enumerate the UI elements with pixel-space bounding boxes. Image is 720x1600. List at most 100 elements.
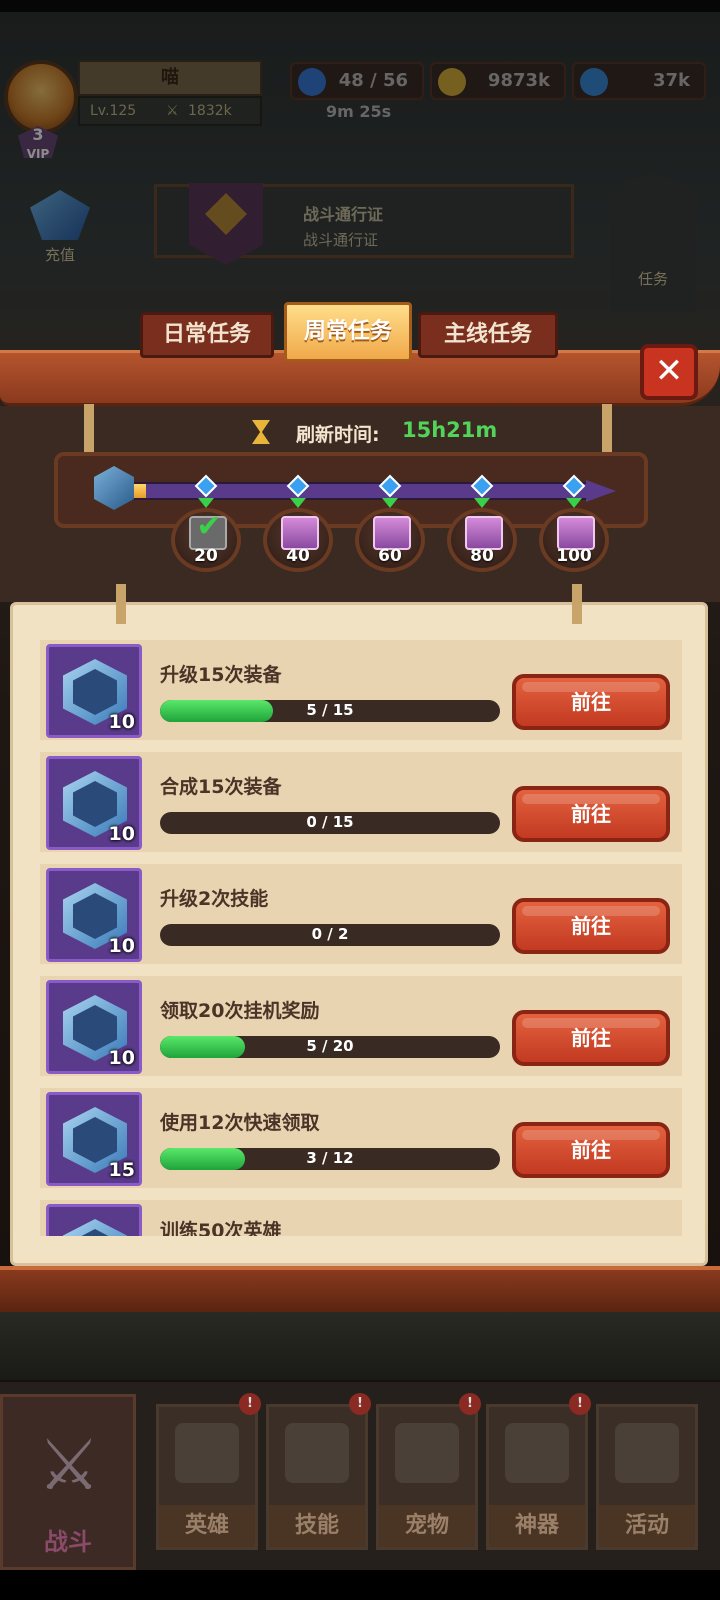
- task-progress-text: 3 / 12: [306, 1149, 354, 1167]
- milestone-value: 80: [470, 546, 494, 566]
- task-row: 训练50次英雄: [40, 1200, 682, 1236]
- activity-points-icon: [46, 1204, 142, 1236]
- go-button[interactable]: 前往: [512, 898, 670, 954]
- refresh-label: 刷新时间:: [296, 424, 380, 446]
- nav-events[interactable]: 活动: [596, 1404, 698, 1550]
- go-button[interactable]: 前往: [512, 1122, 670, 1178]
- star-icon: [298, 68, 326, 96]
- milestone-arrow-icon: [290, 498, 306, 508]
- task-progress-bar: 0 / 15: [160, 812, 500, 834]
- vip-label: VIP: [26, 147, 50, 161]
- go-button[interactable]: 前往: [512, 786, 670, 842]
- refresh-value: 15h21m: [402, 418, 498, 442]
- milestone-value: 100: [556, 546, 592, 566]
- milestone-reward-chest[interactable]: 60: [355, 508, 425, 572]
- activity-points-icon: 10: [46, 756, 142, 850]
- energy-value: 48 / 56: [338, 70, 408, 91]
- nav-battle[interactable]: ⚔ 战斗: [0, 1394, 136, 1570]
- task-tabs: 日常任务 周常任务 主线任务: [140, 302, 580, 362]
- task-row: 10 合成15次装备 0 / 15 前往: [40, 752, 682, 852]
- refresh-timer: 刷新时间: 15h21m: [252, 418, 512, 446]
- level-power-bar: Lv.125 ⚔ 1832k: [78, 96, 262, 126]
- nav-pets-label: 宠物: [379, 1505, 475, 1547]
- milestone-value: 20: [194, 546, 218, 566]
- gem-icon: [580, 68, 608, 96]
- task-title: 领取20次挂机奖励: [160, 1000, 320, 1022]
- notification-badge: !: [569, 1393, 591, 1415]
- nav-events-label: 活动: [599, 1505, 695, 1547]
- rope-right: [602, 404, 612, 454]
- nav-artifacts[interactable]: 神器 !: [486, 1393, 591, 1550]
- reward-points: 10: [108, 823, 135, 845]
- battle-pass-title: 战斗通行证: [303, 205, 384, 224]
- go-button[interactable]: 前往: [512, 1010, 670, 1066]
- nav-skills[interactable]: 技能 !: [266, 1393, 371, 1550]
- tab-weekly[interactable]: 周常任务: [284, 302, 412, 362]
- energy-timer: 9m 25s: [326, 102, 392, 121]
- crossed-swords-icon: ⚔: [37, 1424, 101, 1506]
- energy-counter[interactable]: 48 / 56: [290, 62, 424, 100]
- tab-daily[interactable]: 日常任务: [140, 312, 274, 358]
- hex-emblem-icon: [63, 1219, 127, 1236]
- battle-scene: [0, 1312, 720, 1380]
- battle-pass-banner[interactable]: 战斗通行证 战斗通行证: [154, 183, 574, 265]
- winged-pet-icon: [395, 1423, 459, 1483]
- task-list[interactable]: 10 升级15次装备 5 / 15 前往 10 合成15次装备 0 / 15 前往 10 升级2次…: [40, 640, 682, 1236]
- spellbook-icon: [285, 1423, 349, 1483]
- notification-badge: !: [459, 1393, 481, 1415]
- quest-side-label: 任务: [637, 270, 668, 288]
- milestone-reward-chest[interactable]: 80: [447, 508, 517, 572]
- close-button[interactable]: ✕: [640, 344, 698, 400]
- activity-points-icon: 15: [46, 1092, 142, 1186]
- task-title: 合成15次装备: [160, 776, 282, 798]
- activity-points-icon: 10: [46, 868, 142, 962]
- nav-heroes[interactable]: 英雄 !: [156, 1393, 261, 1550]
- reward-points: 10: [108, 1047, 135, 1069]
- task-title: 升级15次装备: [160, 664, 282, 686]
- recharge-gem-icon: [30, 190, 90, 240]
- milestone-reward-chest[interactable]: 100: [539, 508, 609, 572]
- player-name: 喵: [78, 60, 262, 96]
- rope-left: [84, 404, 94, 454]
- activity-points-icon: 10: [46, 980, 142, 1074]
- horn-icon: [615, 1423, 679, 1483]
- player-level: Lv.125: [90, 103, 137, 119]
- milestone-reward-chest[interactable]: 40: [263, 508, 333, 572]
- milestone-value: 60: [378, 546, 402, 566]
- task-row: 10 升级15次装备 5 / 15 前往: [40, 640, 682, 740]
- player-power: 1832k: [188, 103, 232, 119]
- artifact-icon: [505, 1423, 569, 1483]
- task-progress-text: 5 / 15: [306, 701, 354, 719]
- gem-counter[interactable]: 37k: [572, 62, 706, 100]
- footer-wood-bar: [0, 1266, 720, 1312]
- milestone-arrow-icon: [382, 498, 398, 508]
- go-button[interactable]: 前往: [512, 674, 670, 730]
- helmet-icon: [175, 1423, 239, 1483]
- nav-pets[interactable]: 宠物 !: [376, 1393, 481, 1550]
- task-progress-bar: 3 / 12: [160, 1148, 500, 1170]
- task-title: 升级2次技能: [160, 888, 269, 910]
- activity-points-icon: [94, 466, 134, 510]
- nav-heroes-label: 英雄: [159, 1505, 255, 1547]
- reward-points: 10: [108, 935, 135, 957]
- task-title: 使用12次快速领取: [160, 1112, 320, 1134]
- activity-points-icon: 10: [46, 644, 142, 738]
- milestone-arrow-icon: [474, 498, 490, 508]
- nav-battle-label: 战斗: [44, 1528, 92, 1556]
- task-progress-bar: 5 / 20: [160, 1036, 500, 1058]
- nav-skills-label: 技能: [269, 1505, 365, 1547]
- gift-box-icon: [373, 516, 411, 550]
- gift-box-icon: [465, 516, 503, 550]
- gold-value: 9873k: [487, 70, 550, 91]
- milestone-reward-chest[interactable]: ✔ 20: [171, 508, 241, 572]
- recharge-button[interactable]: 充值: [22, 190, 98, 276]
- task-progress-text: 0 / 15: [306, 813, 354, 831]
- progress-arrow-tip: [586, 480, 616, 502]
- tab-main[interactable]: 主线任务: [418, 312, 558, 358]
- gold-counter[interactable]: 9873k: [430, 62, 566, 100]
- quest-side-button[interactable]: 任务: [610, 172, 696, 312]
- notification-badge: !: [239, 1393, 261, 1415]
- gem-value: 37k: [652, 70, 690, 91]
- task-progress-text: 0 / 2: [311, 925, 349, 943]
- player-avatar[interactable]: [4, 60, 78, 134]
